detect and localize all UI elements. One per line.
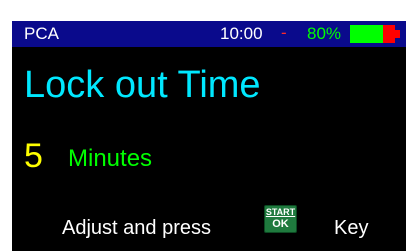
battery-empty-fill [383,25,395,43]
battery-charge-fill [350,25,383,43]
instruction-prefix: Adjust and press [62,217,211,239]
battery-percent: 80% [307,24,342,43]
mode-title: PCA [24,24,59,43]
start-key-label: START [265,207,296,217]
status-bar: PCA 10:00 - 80% [12,21,406,47]
battery-icon [350,25,400,43]
status-separator: - [281,23,287,42]
instruction-suffix: Key [334,217,369,239]
ok-key-label: OK [272,218,289,230]
lockout-value[interactable]: 5 [24,136,43,176]
page-title: Lock out Time [24,64,261,106]
start-ok-key-icon[interactable]: START OK [264,205,297,233]
battery-tip [395,30,400,38]
clock: 10:00 [220,24,263,43]
device-screen: PCA 10:00 - 80% Lock out Time 5 Minutes … [12,21,406,251]
instruction-text: Adjust and press Key [62,215,368,241]
lockout-unit: Minutes [68,145,153,172]
